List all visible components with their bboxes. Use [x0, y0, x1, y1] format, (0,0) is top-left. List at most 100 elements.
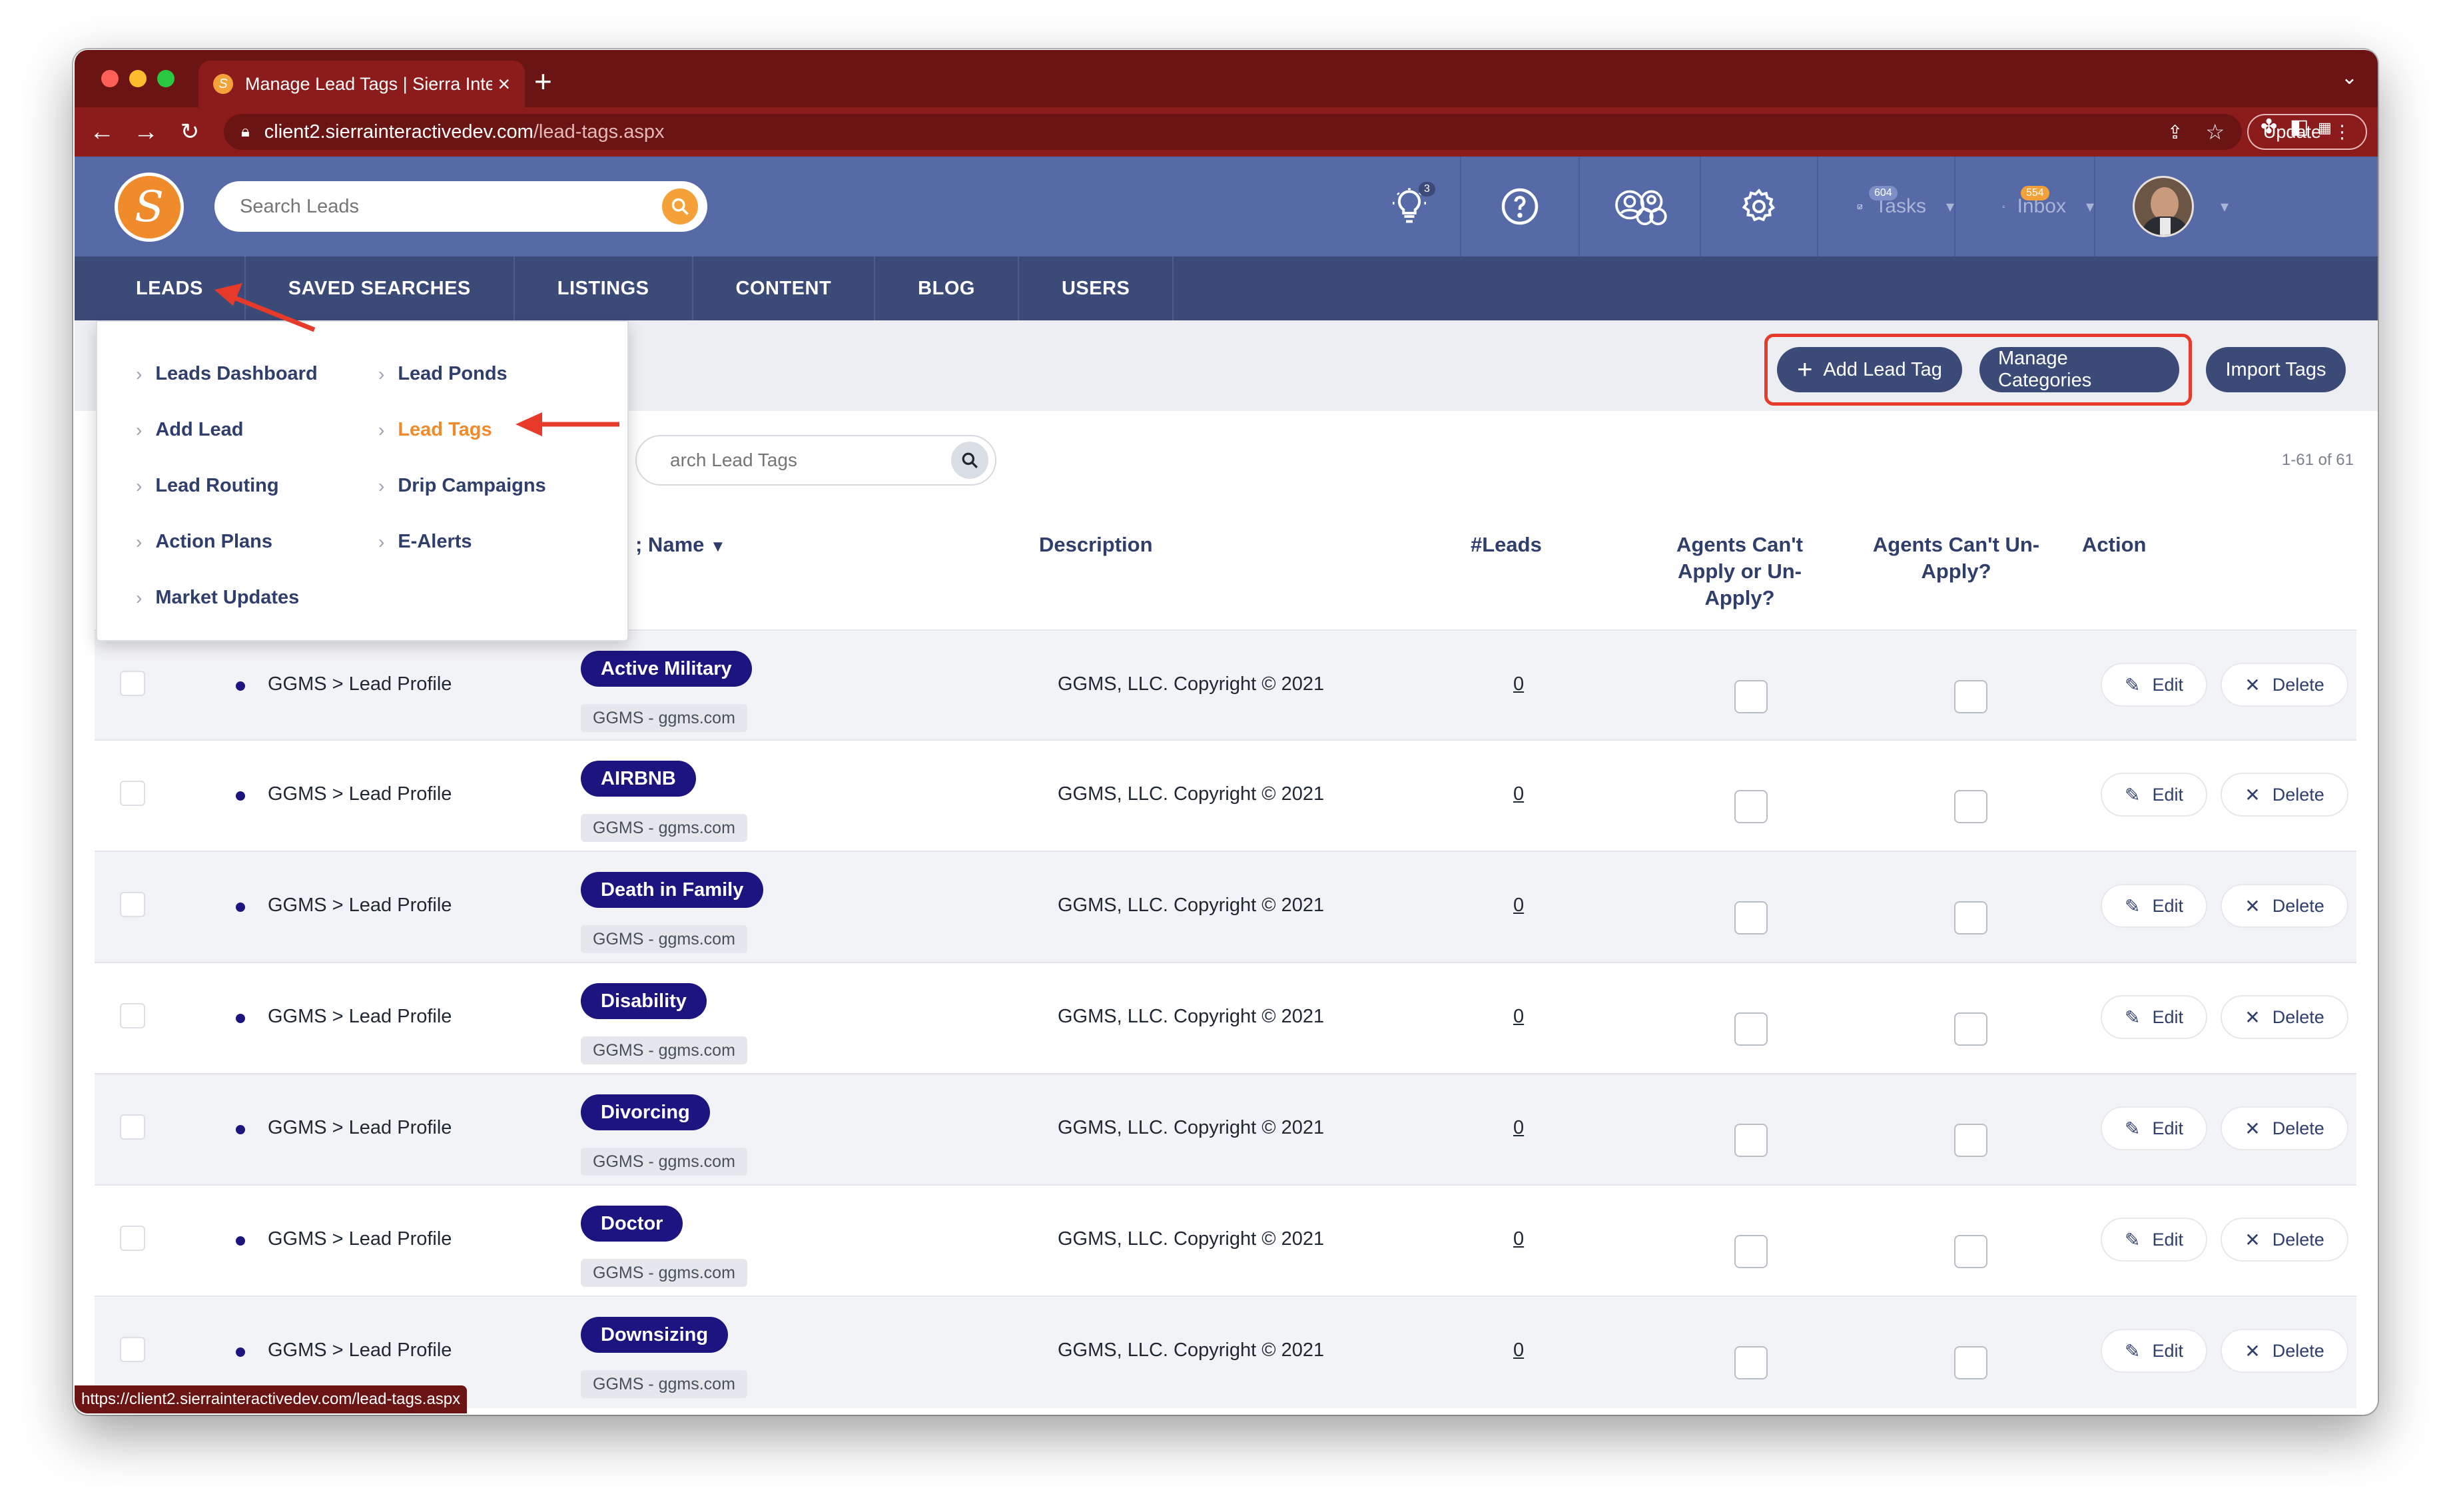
cant-unapply-checkbox[interactable] [1954, 790, 1987, 823]
close-tab-icon[interactable]: × [498, 72, 510, 97]
nav-leads[interactable]: LEADS [75, 256, 246, 320]
tasks-button[interactable]: 604 Tasks ▾ [1817, 157, 1954, 256]
edit-button[interactable]: ✎ Edit [2101, 884, 2207, 928]
reload-icon[interactable]: ↻ [168, 119, 212, 145]
back-icon[interactable]: ← [80, 118, 124, 147]
row-select-checkbox[interactable] [120, 781, 145, 806]
cant-apply-checkbox[interactable] [1734, 1346, 1768, 1379]
tag-source: GGMS - ggms.com [581, 1036, 747, 1064]
bookmark-star-icon[interactable]: ☆ [2205, 119, 2225, 145]
row-select-checkbox[interactable] [120, 892, 145, 917]
team-button[interactable] [1578, 157, 1700, 256]
row-select-checkbox[interactable] [120, 1114, 145, 1140]
import-tags-button[interactable]: Import Tags [2206, 347, 2346, 392]
delete-button[interactable]: ✕ Delete [2221, 884, 2348, 928]
help-button[interactable] [1460, 157, 1578, 256]
menu-item-market-updates[interactable]: › Market Updates [136, 587, 299, 609]
cant-apply-checkbox[interactable] [1734, 680, 1768, 713]
cant-unapply-checkbox[interactable] [1954, 1235, 1987, 1268]
maximize-window-button[interactable] [157, 70, 175, 87]
row-select-checkbox[interactable] [120, 671, 145, 696]
cant-unapply-checkbox[interactable] [1954, 680, 1987, 713]
cant-unapply-checkbox[interactable] [1954, 901, 1987, 935]
menu-item-lead-routing[interactable]: › Lead Routing [136, 475, 279, 497]
delete-button[interactable]: ✕ Delete [2221, 1106, 2348, 1150]
result-count: 1-61 of 61 [2281, 451, 2354, 469]
lead-count-link[interactable]: 0 [1513, 1117, 1524, 1139]
ideas-button[interactable]: 3 [1359, 157, 1460, 256]
nav-blog[interactable]: BLOG [875, 256, 1019, 320]
cant-unapply-checkbox[interactable] [1954, 1346, 1987, 1379]
menu-item-action-plans[interactable]: › Action Plans [136, 531, 272, 553]
minimize-window-button[interactable] [129, 70, 147, 87]
new-tab-icon[interactable]: + [534, 63, 552, 99]
edit-button[interactable]: ✎ Edit [2101, 1329, 2207, 1373]
cant-apply-checkbox[interactable] [1734, 1124, 1768, 1157]
menu-item-lead-tags[interactable]: › Lead Tags [378, 419, 492, 441]
cant-apply-checkbox[interactable] [1734, 790, 1768, 823]
sierra-logo[interactable]: S [115, 173, 184, 242]
lead-count-link[interactable]: 0 [1513, 1006, 1524, 1028]
delete-button[interactable]: ✕ Delete [2221, 1218, 2348, 1262]
delete-button[interactable]: ✕ Delete [2221, 663, 2348, 707]
manage-categories-button[interactable]: Manage Categories [1979, 347, 2179, 392]
cant-apply-checkbox[interactable] [1734, 901, 1768, 935]
menu-item-drip-campaigns[interactable]: › Drip Campaigns [378, 475, 546, 497]
edit-button[interactable]: ✎ Edit [2101, 663, 2207, 707]
bullet [236, 791, 245, 801]
add-lead-tag-button[interactable]: + Add Lead Tag [1777, 347, 1962, 392]
lead-count-link[interactable]: 0 [1513, 783, 1524, 805]
update-button[interactable]: Update ⋮ [2247, 114, 2367, 150]
edit-button[interactable]: ✎ Edit [2101, 995, 2207, 1039]
menu-item-lead-ponds[interactable]: › Lead Ponds [378, 363, 508, 385]
forward-icon[interactable]: → [124, 118, 168, 147]
cant-apply-checkbox[interactable] [1734, 1235, 1768, 1268]
user-menu[interactable]: ▾ [2094, 157, 2245, 256]
delete-button[interactable]: ✕ Delete [2221, 1329, 2348, 1373]
menu-item-add-lead[interactable]: › Add Lead [136, 419, 243, 441]
tag-description: GGMS, LLC. Copyright © 2021 [1058, 1228, 1325, 1250]
search-icon[interactable] [951, 442, 988, 479]
nav-users[interactable]: USERS [1019, 256, 1174, 320]
close-window-button[interactable] [101, 70, 119, 87]
url-path: /lead-tags.aspx [533, 121, 665, 143]
edit-button[interactable]: ✎ Edit [2101, 773, 2207, 817]
menu-dots-icon: ⋮ [2333, 121, 2351, 142]
cant-apply-checkbox[interactable] [1734, 1012, 1768, 1046]
tab-search-chevron-icon[interactable]: ⌄ [2341, 66, 2358, 89]
delete-label: Delete [2272, 674, 2324, 695]
edit-button[interactable]: ✎ Edit [2101, 1106, 2207, 1150]
nav-saved-searches[interactable]: SAVED SEARCHES [246, 256, 515, 320]
nav-listings[interactable]: LISTINGS [515, 256, 693, 320]
menu-item-e-alerts[interactable]: › E-Alerts [378, 531, 472, 553]
lead-count-link[interactable]: 0 [1513, 673, 1524, 695]
lead-count-link[interactable]: 0 [1513, 895, 1524, 917]
settings-button[interactable] [1700, 157, 1817, 256]
edit-icon: ✎ [2125, 895, 2141, 917]
edit-icon: ✎ [2125, 1118, 2141, 1139]
search-icon[interactable] [662, 189, 698, 224]
tag-name-badge: AIRBNB [581, 761, 696, 797]
browser-window: S Manage Lead Tags | Sierra Inte × + ⌄ ←… [75, 50, 2378, 1413]
browser-tab[interactable]: S Manage Lead Tags | Sierra Inte × [198, 61, 525, 107]
search-leads-input[interactable] [240, 195, 662, 218]
inbox-button[interactable]: 554 Inbox ▾ [1954, 157, 2094, 256]
delete-button[interactable]: ✕ Delete [2221, 995, 2348, 1039]
nav-content[interactable]: CONTENT [693, 256, 876, 320]
row-select-checkbox[interactable] [120, 1226, 145, 1251]
ideas-badge: 3 [1419, 182, 1435, 196]
column-header-name[interactable]: ; Name ▼ [635, 532, 726, 560]
cant-unapply-checkbox[interactable] [1954, 1012, 1987, 1046]
tag-search-input[interactable] [670, 450, 951, 471]
address-bar[interactable]: 🔒︎ client2.sierrainteractivedev.com/lead… [224, 114, 2242, 150]
row-select-checkbox[interactable] [120, 1003, 145, 1028]
tag-category: GGMS > Lead Profile [268, 895, 452, 916]
lead-count-link[interactable]: 0 [1513, 1228, 1524, 1250]
delete-button[interactable]: ✕ Delete [2221, 773, 2348, 817]
menu-item-leads-dashboard[interactable]: › Leads Dashboard [136, 363, 318, 385]
row-select-checkbox[interactable] [120, 1337, 145, 1362]
edit-button[interactable]: ✎ Edit [2101, 1218, 2207, 1262]
lead-count-link[interactable]: 0 [1513, 1339, 1524, 1361]
cant-unapply-checkbox[interactable] [1954, 1124, 1987, 1157]
share-icon[interactable]: ⇪ [2167, 121, 2183, 143]
